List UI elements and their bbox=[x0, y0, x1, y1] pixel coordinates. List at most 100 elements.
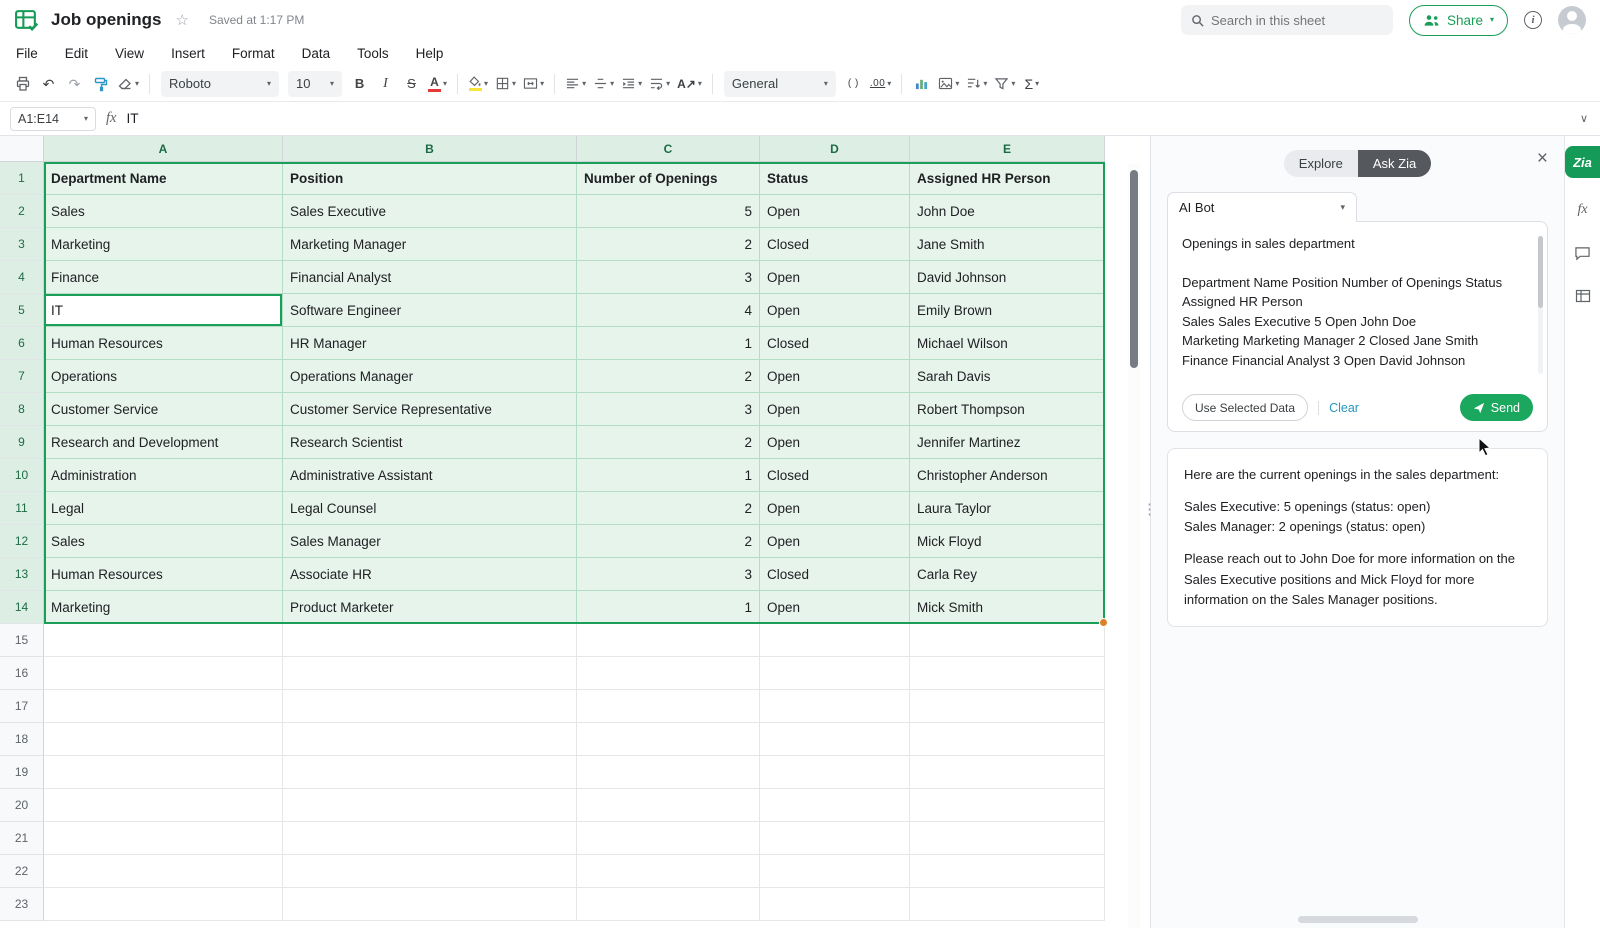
cell-C8[interactable]: 3 bbox=[577, 393, 760, 426]
undo-button[interactable]: ↶ bbox=[36, 71, 61, 97]
cell-D4[interactable]: Open bbox=[760, 261, 910, 294]
menu-view[interactable]: View bbox=[115, 46, 144, 61]
cell-A6[interactable]: Human Resources bbox=[44, 327, 283, 360]
cell-C12[interactable]: 2 bbox=[577, 525, 760, 558]
redo-button[interactable]: ↷ bbox=[62, 71, 87, 97]
row-header-19[interactable]: 19 bbox=[0, 756, 44, 789]
cell-D12[interactable]: Open bbox=[760, 525, 910, 558]
cell-B19[interactable] bbox=[283, 756, 577, 789]
tab-explore[interactable]: Explore bbox=[1284, 150, 1358, 177]
cell-B3[interactable]: Marketing Manager bbox=[283, 228, 577, 261]
clear-format-button[interactable]: ▾ bbox=[114, 71, 142, 97]
brackets-format-button[interactable]: ( ) bbox=[841, 71, 866, 97]
query-scrollbar-thumb[interactable] bbox=[1538, 236, 1543, 308]
row-header-21[interactable]: 21 bbox=[0, 822, 44, 855]
cell-E6[interactable]: Michael Wilson bbox=[910, 327, 1105, 360]
cell-E4[interactable]: David Johnson bbox=[910, 261, 1105, 294]
cell-A7[interactable]: Operations bbox=[44, 360, 283, 393]
cell-C16[interactable] bbox=[577, 657, 760, 690]
panel-resize-handle[interactable]: ⋮ bbox=[1142, 500, 1157, 518]
cell-B8[interactable]: Customer Service Representative bbox=[283, 393, 577, 426]
cell-E13[interactable]: Carla Rey bbox=[910, 558, 1105, 591]
cell-E3[interactable]: Jane Smith bbox=[910, 228, 1105, 261]
formula-input[interactable]: IT bbox=[126, 111, 138, 126]
row-header-7[interactable]: 7 bbox=[0, 360, 44, 393]
fill-color-button[interactable]: ▾ bbox=[465, 71, 491, 97]
zia-sidebar-icon[interactable]: Zia bbox=[1565, 146, 1600, 178]
clear-button[interactable]: Clear bbox=[1329, 401, 1359, 415]
vertical-scrollbar[interactable] bbox=[1128, 164, 1140, 928]
share-button[interactable]: Share ▾ bbox=[1409, 5, 1508, 36]
panel-scrollbar[interactable] bbox=[1298, 916, 1418, 923]
menu-help[interactable]: Help bbox=[416, 46, 444, 61]
cell-D8[interactable]: Open bbox=[760, 393, 910, 426]
cell-D11[interactable]: Open bbox=[760, 492, 910, 525]
cell-B4[interactable]: Financial Analyst bbox=[283, 261, 577, 294]
cell-A11[interactable]: Legal bbox=[44, 492, 283, 525]
horizontal-align-button[interactable]: ▾ bbox=[562, 71, 589, 97]
text-color-button[interactable]: A▾ bbox=[425, 71, 450, 97]
cell-C14[interactable]: 1 bbox=[577, 591, 760, 624]
bot-selector[interactable]: AI Bot ▾ bbox=[1167, 192, 1357, 222]
cell-E10[interactable]: Christopher Anderson bbox=[910, 459, 1105, 492]
cell-D10[interactable]: Closed bbox=[760, 459, 910, 492]
cell-B12[interactable]: Sales Manager bbox=[283, 525, 577, 558]
cell-D6[interactable]: Closed bbox=[760, 327, 910, 360]
row-header-5[interactable]: 5 bbox=[0, 294, 44, 327]
cell-B7[interactable]: Operations Manager bbox=[283, 360, 577, 393]
row-header-16[interactable]: 16 bbox=[0, 657, 44, 690]
tab-ask-zia[interactable]: Ask Zia bbox=[1358, 150, 1431, 177]
cell-C4[interactable]: 3 bbox=[577, 261, 760, 294]
cell-B23[interactable] bbox=[283, 888, 577, 921]
cell-D2[interactable]: Open bbox=[760, 195, 910, 228]
row-header-11[interactable]: 11 bbox=[0, 492, 44, 525]
cell-D20[interactable] bbox=[760, 789, 910, 822]
cell-A20[interactable] bbox=[44, 789, 283, 822]
row-header-18[interactable]: 18 bbox=[0, 723, 44, 756]
col-header-E[interactable]: E bbox=[910, 136, 1105, 162]
row-header-2[interactable]: 2 bbox=[0, 195, 44, 228]
col-header-B[interactable]: B bbox=[283, 136, 577, 162]
cell-E23[interactable] bbox=[910, 888, 1105, 921]
row-header-13[interactable]: 13 bbox=[0, 558, 44, 591]
cell-A15[interactable] bbox=[44, 624, 283, 657]
cell-D21[interactable] bbox=[760, 822, 910, 855]
cell-D18[interactable] bbox=[760, 723, 910, 756]
borders-button[interactable]: ▾ bbox=[492, 71, 519, 97]
sheet-search[interactable] bbox=[1181, 5, 1393, 35]
text-rotation-button[interactable]: A↗▾ bbox=[674, 71, 705, 97]
query-scrollbar[interactable] bbox=[1538, 236, 1543, 374]
cell-D5[interactable]: Open bbox=[760, 294, 910, 327]
cell-C20[interactable] bbox=[577, 789, 760, 822]
menu-data[interactable]: Data bbox=[302, 46, 331, 61]
number-format-select[interactable]: General▾ bbox=[724, 71, 836, 97]
cell-B22[interactable] bbox=[283, 855, 577, 888]
cell-C3[interactable]: 2 bbox=[577, 228, 760, 261]
strikethrough-button[interactable]: S bbox=[399, 71, 424, 97]
row-header-14[interactable]: 14 bbox=[0, 591, 44, 624]
cell-B2[interactable]: Sales Executive bbox=[283, 195, 577, 228]
vertical-align-button[interactable]: ▾ bbox=[590, 71, 617, 97]
cell-E11[interactable]: Laura Taylor bbox=[910, 492, 1105, 525]
indent-button[interactable]: ▾ bbox=[618, 71, 645, 97]
cell-B15[interactable] bbox=[283, 624, 577, 657]
row-header-3[interactable]: 3 bbox=[0, 228, 44, 261]
cell-E12[interactable]: Mick Floyd bbox=[910, 525, 1105, 558]
sum-button[interactable]: Σ▾ bbox=[1019, 71, 1044, 97]
cell-C19[interactable] bbox=[577, 756, 760, 789]
cell-E15[interactable] bbox=[910, 624, 1105, 657]
cell-A21[interactable] bbox=[44, 822, 283, 855]
info-icon[interactable]: i bbox=[1524, 11, 1542, 29]
cell-A16[interactable] bbox=[44, 657, 283, 690]
cell-C10[interactable]: 1 bbox=[577, 459, 760, 492]
cell-D14[interactable]: Open bbox=[760, 591, 910, 624]
cell-C5[interactable]: 4 bbox=[577, 294, 760, 327]
cell-B10[interactable]: Administrative Assistant bbox=[283, 459, 577, 492]
filter-button[interactable]: ▾ bbox=[991, 71, 1018, 97]
cell-C22[interactable] bbox=[577, 855, 760, 888]
row-header-10[interactable]: 10 bbox=[0, 459, 44, 492]
row-header-4[interactable]: 4 bbox=[0, 261, 44, 294]
fx-sidebar-icon[interactable]: fx bbox=[1577, 202, 1587, 218]
print-button[interactable] bbox=[10, 71, 35, 97]
insert-chart-button[interactable] bbox=[909, 71, 934, 97]
